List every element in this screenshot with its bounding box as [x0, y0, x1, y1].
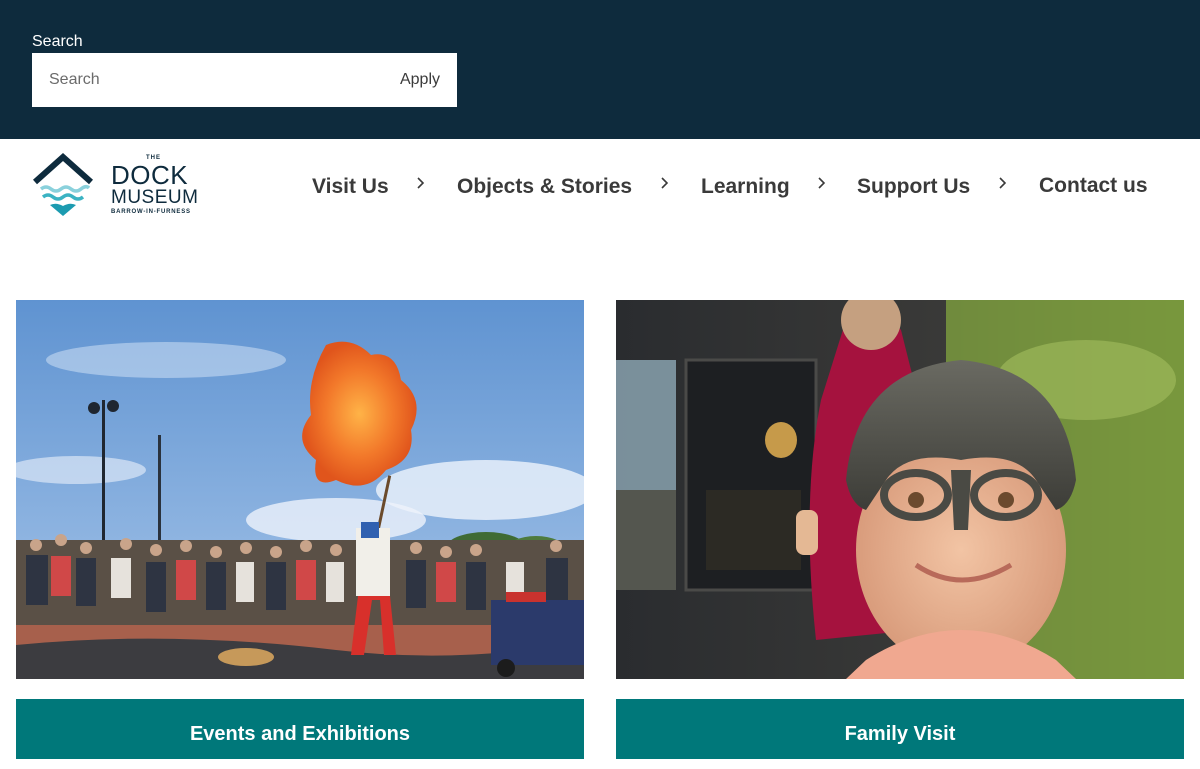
nav-item-learning[interactable]: Learning [701, 170, 790, 204]
search-box: Apply [32, 53, 457, 107]
search-input[interactable] [32, 53, 372, 107]
top-search-bar: Search Apply [0, 0, 1200, 139]
apply-button[interactable]: Apply [400, 53, 440, 107]
child-viking-helmet-photo [616, 300, 1184, 679]
nav-item-support-us[interactable]: Support Us [857, 170, 970, 204]
nav-item-contact-us[interactable]: Contact us [1039, 169, 1148, 203]
search-label: Search [32, 33, 83, 50]
fire-performer-photo [16, 300, 584, 679]
chevron-right-icon[interactable] [815, 176, 829, 190]
family-visit-button[interactable]: Family Visit [616, 699, 1184, 759]
main-nav: Visit Us Objects & Stories Learning Supp… [0, 170, 1200, 206]
chevron-right-icon[interactable] [414, 176, 428, 190]
chevron-right-icon[interactable] [658, 176, 672, 190]
events-card-image[interactable] [16, 300, 584, 679]
logo-location-text: BARROW-IN-FURNESS [111, 209, 191, 215]
nav-item-objects-stories[interactable]: Objects & Stories [457, 170, 632, 204]
family-visit-card-image[interactable] [616, 300, 1184, 679]
chevron-right-icon[interactable] [996, 176, 1010, 190]
nav-item-visit-us[interactable]: Visit Us [312, 170, 389, 204]
events-exhibitions-button[interactable]: Events and Exhibitions [16, 699, 584, 759]
